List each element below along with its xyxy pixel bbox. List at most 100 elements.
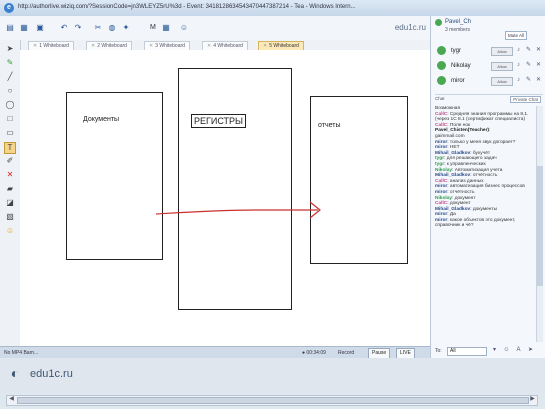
close-icon[interactable]: ✕ — [33, 43, 37, 49]
chat-text: : к управленческих — [444, 161, 486, 167]
ellipse-icon[interactable]: ◯ — [5, 100, 15, 110]
file-icon[interactable]: ▤ — [4, 22, 16, 34]
remove-icon[interactable]: ✕ — [535, 62, 542, 69]
chat-author: miror — [435, 145, 448, 151]
mic-icon[interactable]: ♪ — [515, 77, 522, 84]
horizontal-scrollbar[interactable]: ◀ ▶ — [6, 395, 538, 406]
circle-icon[interactable]: ○ — [5, 86, 15, 96]
remove-icon[interactable]: ✕ — [535, 47, 542, 54]
pencil-icon[interactable]: ✎ — [5, 58, 15, 68]
redo-icon[interactable]: ↷ — [72, 22, 84, 34]
tab-label: 1 Whiteboard — [39, 43, 69, 49]
members-header: Pavel_Ch 3 members Mute All — [435, 18, 543, 40]
drawing-tools: ➤ ✎ ╱ ○ ◯ □ ▭ T ✐ ✕ ▰ ◪ ▧ ☺ — [0, 40, 21, 346]
chat-author: CallC — [435, 111, 448, 117]
eraser-icon[interactable]: ▰ — [5, 184, 15, 194]
highlighter-icon[interactable]: ✐ — [5, 156, 15, 166]
pen-icon[interactable]: ✎ — [525, 77, 532, 84]
to-label: To: — [435, 348, 442, 354]
chat-author: miror — [435, 189, 448, 195]
emoticon-icon[interactable]: ☺ — [5, 226, 15, 236]
chat-text: : анализ данных — [447, 178, 484, 184]
chat-author: miror — [435, 139, 448, 145]
member-row[interactable]: miror Allow ♪ ✎ ✕ — [435, 74, 543, 88]
chat-author: Mihail_Gladkov — [435, 173, 471, 179]
pen-icon[interactable]: ✎ — [525, 62, 532, 69]
close-icon[interactable]: ✕ — [149, 43, 153, 49]
chat-header: Chat Private Chat — [435, 96, 543, 105]
m-label[interactable]: M — [150, 24, 156, 31]
recipient-select[interactable]: All — [447, 347, 487, 356]
chat-author: CallC — [435, 201, 448, 207]
chat-author: Pavel_Chisten(Teacher) — [435, 128, 490, 134]
network-icon[interactable]: ✦ — [120, 22, 132, 34]
chat-text: : бухучёт — [470, 150, 491, 156]
close-icon[interactable]: ✕ — [263, 43, 267, 49]
current-user: Pavel_Ch — [445, 19, 472, 25]
pointer-icon[interactable]: ➤ — [5, 44, 15, 54]
chat-author: Mihail_Gladkov — [435, 206, 471, 212]
footer-area: ◐ edu1c.ru — [0, 358, 545, 393]
chat-title: Chat — [435, 96, 445, 101]
user-status-icon — [435, 19, 442, 26]
chat-text: : Средняя знания программы на 8.1. (чере… — [435, 111, 529, 123]
chat-text: : только у меня звук догорает? — [447, 139, 516, 145]
folder-icon[interactable]: ▦ — [18, 22, 30, 34]
mic-icon[interactable]: ♪ — [515, 62, 522, 69]
session-timer: ● 00:34:09 — [302, 350, 326, 356]
remove-icon[interactable]: ✕ — [535, 77, 542, 84]
edu1c-logo-icon: ◐ — [10, 365, 20, 381]
chat-log: Возможная CallC: Средняя знания программы… — [435, 106, 535, 342]
line-icon[interactable]: ╱ — [5, 72, 15, 82]
chat-text: : отчётность — [470, 173, 498, 179]
chat-author: Nikolay — [435, 195, 453, 201]
save-icon[interactable]: ▣ — [34, 22, 46, 34]
browser-icon: e — [4, 3, 14, 13]
close-icon[interactable]: ✕ — [207, 43, 211, 49]
grid-icon[interactable]: ▦ — [160, 22, 172, 34]
filled-rect-icon[interactable]: ▭ — [5, 128, 15, 138]
image-icon[interactable]: ▧ — [5, 212, 15, 222]
chat-author: Mihail_Gladkov — [435, 150, 471, 156]
fill-icon[interactable]: ◪ — [5, 198, 15, 208]
undo-icon[interactable]: ↶ — [58, 22, 70, 34]
cut-icon[interactable]: ✂ — [92, 22, 104, 34]
text-icon[interactable]: T — [4, 142, 16, 154]
scroll-right-icon[interactable]: ▶ — [528, 396, 537, 403]
timer-value: 00:34:09 — [306, 350, 326, 356]
delete-icon[interactable]: ✕ — [5, 170, 15, 180]
rectangle-icon[interactable]: □ — [5, 114, 15, 124]
font-icon[interactable]: A — [515, 347, 522, 354]
red-arrow — [155, 201, 321, 219]
smiley-icon[interactable]: ☺ — [178, 22, 190, 34]
member-allow-button[interactable]: Allow — [491, 77, 513, 86]
chat-scroll-thumb[interactable] — [537, 166, 543, 286]
avatar — [437, 61, 446, 70]
record-label[interactable]: Record — [338, 350, 354, 356]
globe-icon[interactable]: ◍ — [106, 22, 118, 34]
chat-text: : — [489, 128, 491, 134]
whiteboard-tabs: ✕ 1 Whiteboard ✕ 2 Whiteboard ✕ 3 Whiteboar… — [20, 40, 430, 51]
emoticon-icon[interactable]: ☺ — [503, 347, 510, 354]
member-allow-button[interactable]: Allow — [491, 47, 513, 56]
mic-icon[interactable]: ♪ — [515, 47, 522, 54]
chat-author: tygr — [435, 156, 445, 162]
member-allow-button[interactable]: Allow — [491, 62, 513, 71]
chat-scrollbar[interactable] — [536, 106, 543, 342]
tab-label: 5 Whiteboard — [269, 43, 299, 49]
private-chat-button[interactable]: Private Chat — [510, 96, 541, 103]
members-count: 3 members — [445, 27, 471, 33]
chevron-down-icon[interactable]: ▾ — [491, 347, 498, 354]
chat-text: : документ — [452, 195, 476, 201]
pen-icon[interactable]: ✎ — [525, 47, 532, 54]
send-icon[interactable]: ➤ — [527, 347, 534, 354]
chat-author: CallC — [435, 178, 448, 184]
avatar — [437, 76, 446, 85]
scroll-thumb[interactable] — [17, 397, 529, 404]
close-icon[interactable]: ✕ — [91, 43, 95, 49]
whiteboard-canvas[interactable]: Документы РЕГИСТРЫ отчеты — [20, 50, 430, 346]
member-row[interactable]: tygr Allow ♪ ✎ ✕ — [435, 44, 543, 58]
mute-all-button[interactable]: Mute All — [505, 31, 528, 40]
scroll-left-icon[interactable]: ◀ — [7, 396, 16, 403]
member-row[interactable]: Nikolay Allow ♪ ✎ ✕ — [435, 59, 543, 73]
